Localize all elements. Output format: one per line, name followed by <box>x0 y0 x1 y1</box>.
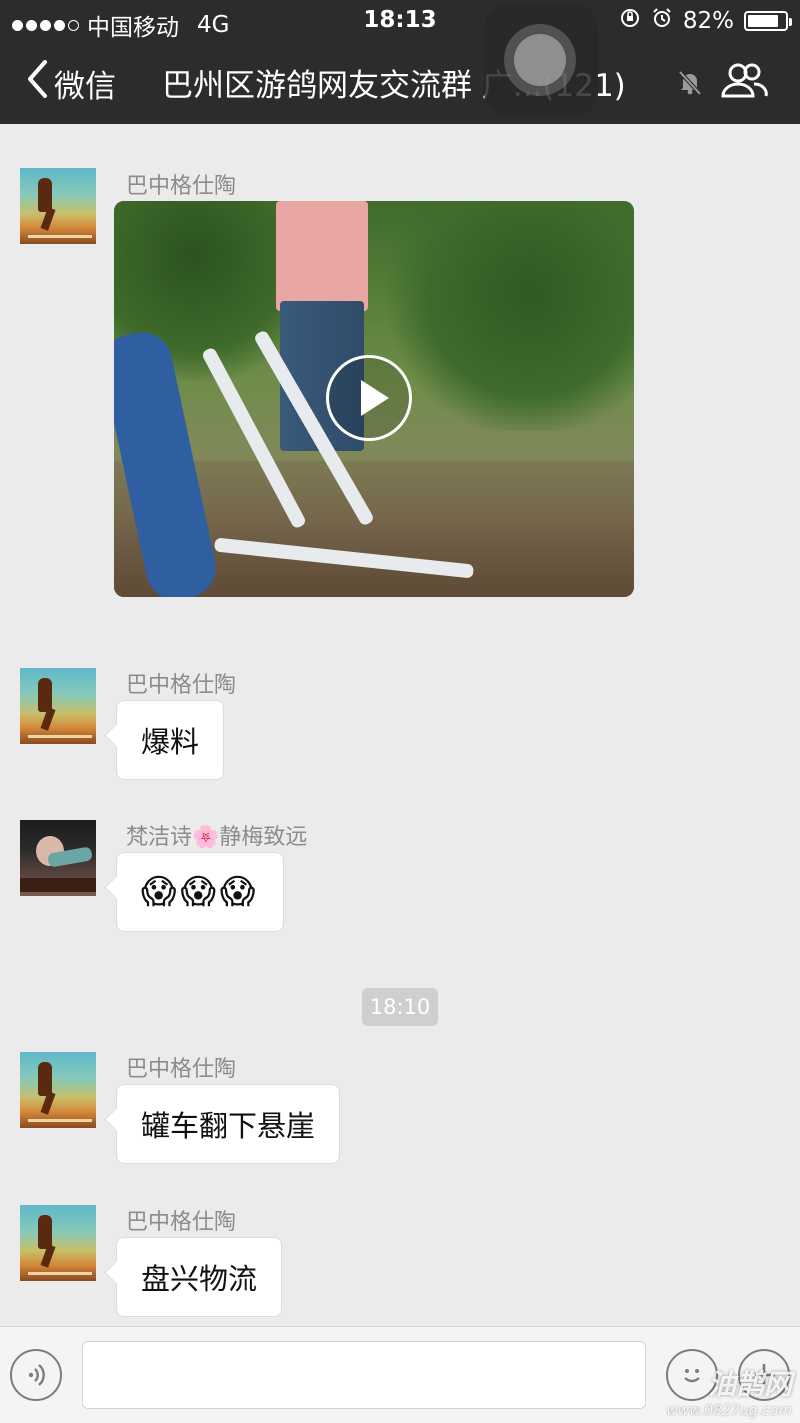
message-bubble[interactable]: 😱😱😱 <box>116 852 285 932</box>
mute-bell-icon <box>678 70 702 100</box>
chevron-left-icon <box>26 60 48 106</box>
sender-avatar[interactable] <box>20 1205 96 1281</box>
message-input[interactable] <box>82 1341 646 1409</box>
sender-name: 巴中格仕陶 <box>126 174 237 199</box>
alarm-icon <box>651 7 673 35</box>
sender-avatar[interactable] <box>20 668 96 744</box>
rotation-lock-icon <box>619 7 641 35</box>
sender-name: 巴中格仕陶 <box>126 1057 237 1082</box>
play-icon[interactable] <box>326 355 412 441</box>
status-bar: 中国移动 4G 18:13 82% <box>0 0 800 41</box>
group-members-icon[interactable] <box>720 62 768 102</box>
sender-name: 梵洁诗🌸静梅致远 <box>126 825 308 850</box>
sender-avatar[interactable] <box>20 168 96 244</box>
site-watermark: 油鹊网 www.0827ug.com <box>666 1363 792 1419</box>
message-bubble[interactable]: 爆料 <box>116 700 225 780</box>
timestamp-divider: 18:10 <box>362 988 438 1026</box>
video-thumbnail[interactable] <box>114 201 634 597</box>
sender-name: 巴中格仕陶 <box>126 1210 237 1235</box>
sender-avatar[interactable] <box>20 820 96 896</box>
sender-name: 巴中格仕陶 <box>126 673 237 698</box>
battery-icon <box>744 11 792 31</box>
sender-avatar[interactable] <box>20 1052 96 1128</box>
input-bar: 油鹊网 www.0827ug.com <box>0 1326 800 1423</box>
back-button[interactable]: 微信 <box>26 60 116 106</box>
voice-icon[interactable] <box>10 1349 62 1401</box>
header: 中国移动 4G 18:13 82% 微信 巴州区游鸽网友交流群 广...(121… <box>0 0 800 124</box>
message-bubble[interactable]: 盘兴物流 <box>116 1237 283 1317</box>
message-bubble[interactable]: 罐车翻下悬崖 <box>116 1084 341 1164</box>
back-label: 微信 <box>54 68 116 105</box>
assistive-touch-button[interactable] <box>484 4 598 116</box>
battery-percent: 82% <box>682 8 734 34</box>
nav-bar: 微信 巴州区游鸽网友交流群 广...(121) <box>0 44 800 120</box>
watermark-url: www.0827ug.com <box>666 1403 792 1419</box>
watermark-title: 油鹊网 <box>707 1368 792 1401</box>
